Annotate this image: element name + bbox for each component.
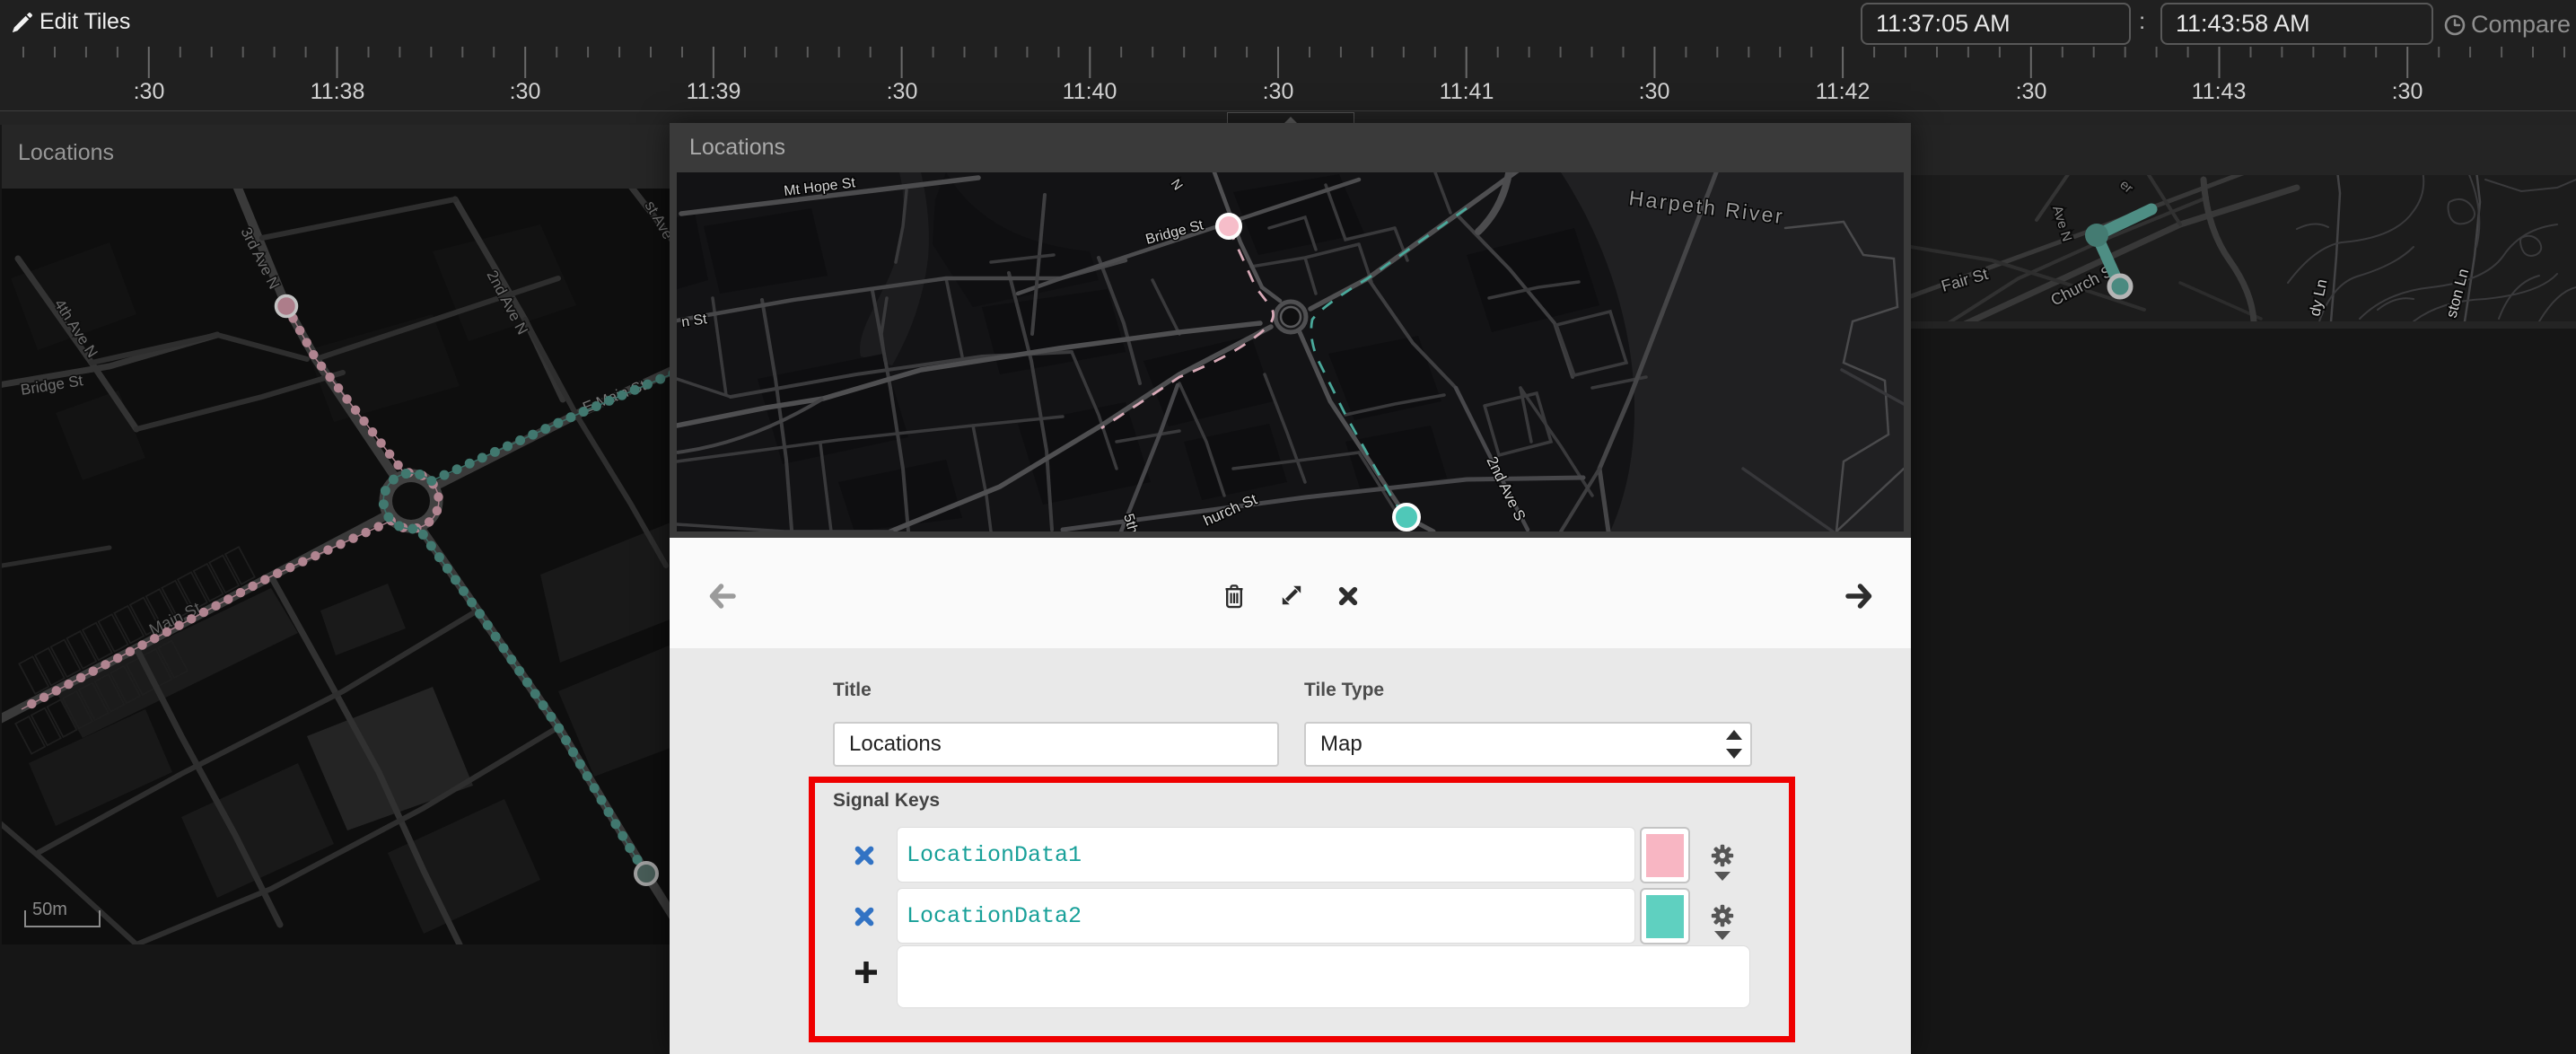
svg-text:50m: 50m	[32, 900, 67, 919]
